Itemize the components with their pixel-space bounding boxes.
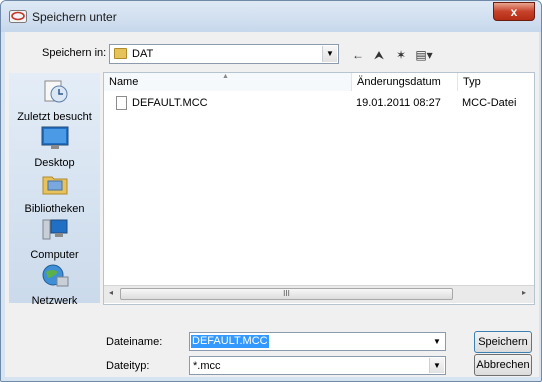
place-label: Bibliotheken	[24, 203, 85, 215]
horizontal-scrollbar[interactable]: ◂ III ▸	[104, 285, 534, 303]
place-computer[interactable]: Computer	[9, 217, 100, 261]
filetype-label: Dateityp:	[106, 360, 150, 372]
column-header-date[interactable]: Änderungsdatum	[352, 73, 458, 91]
back-icon[interactable]: ←	[351, 46, 365, 64]
folder-icon	[114, 48, 127, 59]
chevron-down-icon[interactable]: ▼	[430, 334, 444, 349]
column-header-name[interactable]: Name ▲	[104, 73, 352, 91]
filetype-dropdown[interactable]: *.mcc ▼	[189, 356, 446, 375]
place-recent[interactable]: Zuletzt besucht	[9, 79, 100, 123]
places-bar: Zuletzt besucht Desktop Bibliotheken Com…	[9, 73, 100, 307]
column-date-label: Änderungsdatum	[357, 76, 441, 88]
computer-icon	[42, 219, 67, 240]
column-type-label: Typ	[463, 76, 481, 88]
recent-places-icon	[44, 80, 67, 103]
title-bar: Speichern unter x	[1, 1, 541, 32]
close-button[interactable]: x	[493, 2, 535, 21]
save-in-dropdown[interactable]: DAT ▼	[109, 44, 339, 64]
chevron-down-icon[interactable]: ▼	[322, 46, 337, 62]
place-label: Zuletzt besucht	[17, 111, 92, 123]
current-folder: DAT	[132, 48, 154, 60]
place-label: Netzwerk	[31, 295, 78, 307]
window-title: Speichern unter	[32, 10, 117, 24]
place-desktop[interactable]: Desktop	[9, 125, 100, 169]
view-menu-icon[interactable]: ▤▾	[413, 46, 435, 64]
new-folder-icon[interactable]: ✶	[393, 46, 409, 64]
desktop-icon	[41, 126, 68, 149]
place-libraries[interactable]: Bibliotheken	[9, 171, 100, 215]
app-icon	[9, 10, 27, 23]
network-icon	[42, 264, 68, 287]
place-label: Computer	[30, 249, 79, 261]
file-date: 19.01.2011 08:27	[356, 97, 441, 109]
chevron-down-icon[interactable]: ▼	[429, 358, 444, 373]
sort-indicator-icon: ▲	[222, 73, 229, 80]
save-dialog: Speichern unter x Speichern in: DAT ▼ ← …	[0, 0, 542, 382]
filetype-value: *.mcc	[193, 360, 221, 372]
filename-input[interactable]: DEFAULT.MCC ▼	[189, 332, 446, 351]
filename-label: Dateiname:	[106, 336, 163, 348]
up-folder-icon[interactable]: ⮝	[371, 46, 387, 64]
file-name: DEFAULT.MCC	[132, 97, 208, 109]
scroll-right-icon[interactable]: ▸	[522, 288, 526, 297]
file-type: MCC-Datei	[462, 97, 517, 109]
scroll-thumb[interactable]: III	[120, 288, 453, 300]
filename-value: DEFAULT.MCC	[191, 335, 269, 348]
file-icon	[116, 96, 127, 110]
save-in-label: Speichern in:	[42, 47, 107, 59]
file-list[interactable]: Name ▲ Änderungsdatum Typ DEFAULT.MCC 19…	[103, 72, 535, 305]
place-network[interactable]: Netzwerk	[9, 263, 100, 307]
place-label: Desktop	[34, 157, 75, 169]
list-item[interactable]: DEFAULT.MCC 19.01.2011 08:27 MCC-Datei	[104, 95, 524, 111]
column-name-label: Name	[109, 76, 139, 88]
cancel-button[interactable]: Abbrechen	[474, 354, 532, 376]
column-header-type[interactable]: Typ	[458, 73, 534, 91]
scroll-left-icon[interactable]: ◂	[109, 288, 113, 297]
dialog-body: Speichern in: DAT ▼ ← ⮝ ✶ ▤▾ Zuletzt bes…	[5, 32, 539, 377]
save-button[interactable]: Speichern	[474, 331, 532, 353]
libraries-icon	[42, 176, 67, 195]
